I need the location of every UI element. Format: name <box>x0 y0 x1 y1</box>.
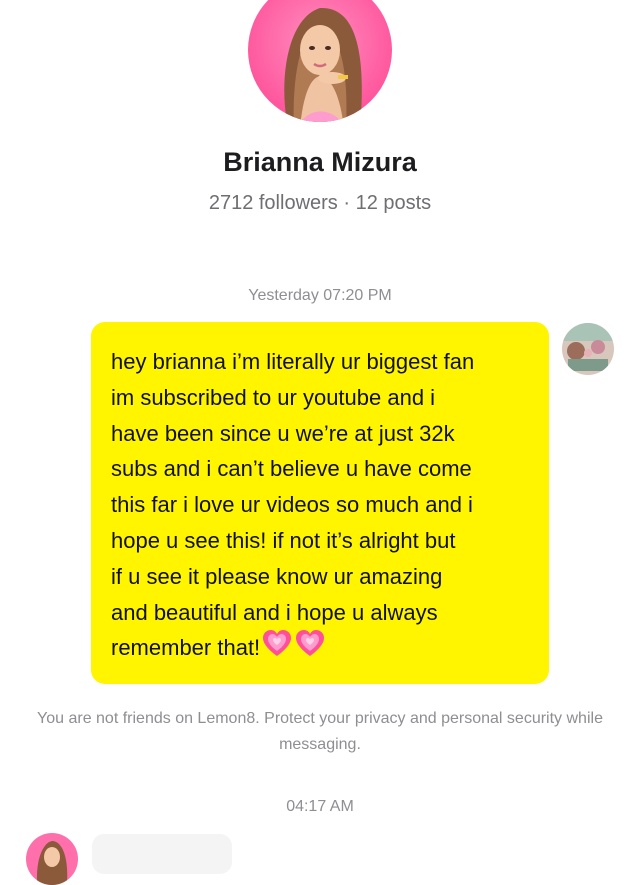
message-line: subs and i can’t believe u have come <box>111 456 472 482</box>
message-line: and beautiful and i hope u always <box>111 599 438 625</box>
profile-name[interactable]: Brianna Mizura <box>0 147 640 178</box>
message-line-text: remember that! <box>111 635 261 661</box>
incoming-message-bubble[interactable] <box>92 834 232 874</box>
message-line: hey brianna i’m literally ur biggest fan <box>111 349 475 374</box>
growing-heart-emoji-icon <box>262 630 325 669</box>
message-line: im subscribed to ur youtube and i <box>111 384 436 410</box>
incoming-avatar[interactable] <box>26 833 78 885</box>
message-timestamp: Yesterday 07:20 PM <box>248 287 392 304</box>
incoming-photo <box>26 833 78 885</box>
message-line: have been since u we’re at just 32k <box>111 420 455 446</box>
profile-stats: 2712 followers · 12 posts <box>208 192 432 214</box>
message-line: this far i love ur videos so much and i <box>111 492 473 518</box>
profile-avatar[interactable] <box>248 0 392 122</box>
outgoing-message-bubble[interactable]: hey brianna i’m literally ur biggest fan… <box>91 322 549 684</box>
privacy-notice: You are not friends on Lemon8. Protect y… <box>37 710 603 753</box>
sender-avatar[interactable] <box>562 323 614 375</box>
message-line: hope u see this! if not it’s alright but <box>111 527 456 553</box>
sender-photo <box>562 323 614 375</box>
message-line: if u see it please know ur amazing <box>111 563 443 589</box>
message-line-last: remember that! <box>111 630 533 669</box>
message-timestamp: 04:17 AM <box>286 798 354 815</box>
profile-photo <box>248 0 392 122</box>
